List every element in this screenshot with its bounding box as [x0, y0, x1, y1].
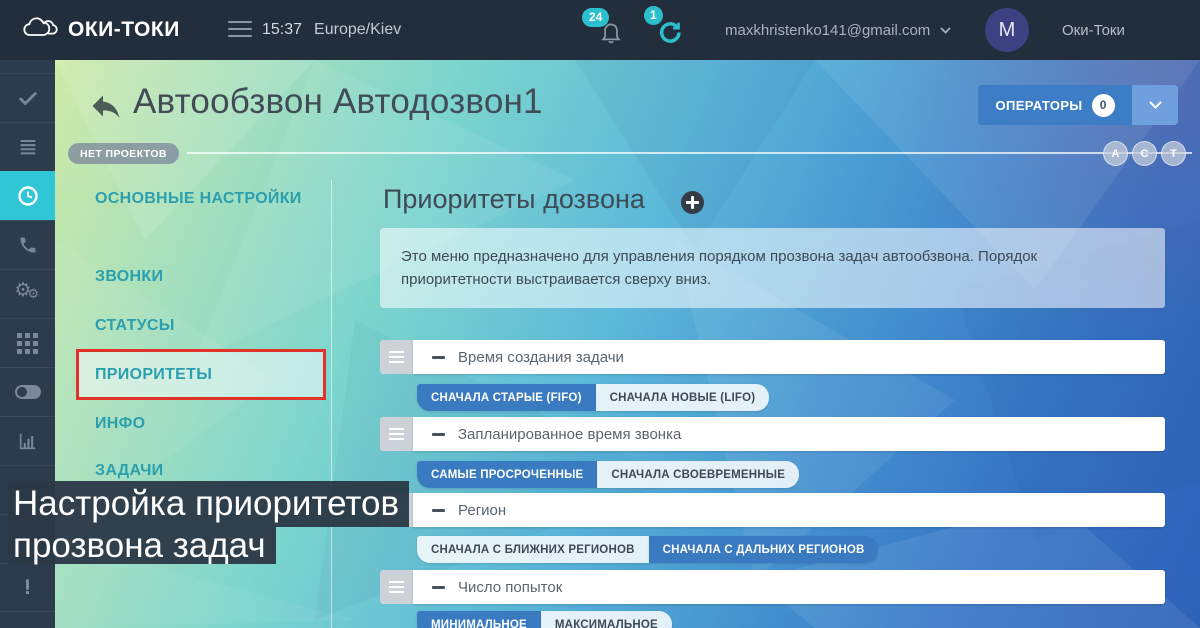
priority-bar[interactable]: Число попыток [413, 570, 1165, 604]
route-badge-a[interactable]: A [1103, 141, 1128, 166]
grip-lines-icon [389, 351, 404, 363]
app-logo[interactable]: ОКИ-ТОКИ [22, 0, 180, 60]
sidebar-item-switches[interactable] [0, 367, 55, 416]
annotation-highlight-priorities[interactable]: ПРИОРИТЕТЫ [76, 349, 326, 400]
history-button[interactable]: 1 [656, 19, 682, 45]
option-button[interactable]: СНАЧАЛА СТАРЫЕ (FIFO) [417, 384, 596, 411]
priority-row: Число попыток [380, 570, 1165, 604]
bar-chart-icon [17, 430, 39, 452]
chevron-down-icon [1149, 101, 1162, 109]
list-icon [17, 136, 39, 158]
priority-label: Время создания задачи [458, 349, 624, 366]
submenu-item-statuses[interactable]: СТАТУСЫ [95, 315, 325, 336]
operators-button[interactable]: ОПЕРАТОРЫ 0 [978, 85, 1132, 125]
sidebar-item-autodialer[interactable] [0, 171, 55, 220]
priority-bar[interactable]: Запланированное время звонка [413, 417, 1165, 451]
sidebar-item-settings[interactable] [0, 269, 55, 318]
caption-line-2: прозвона задач [8, 527, 276, 564]
grip-lines-icon [389, 428, 404, 440]
exclamation-icon [24, 576, 31, 600]
history-count-badge: 1 [644, 6, 663, 25]
chevron-down-icon [940, 27, 951, 34]
priority-label: Запланированное время звонка [458, 426, 681, 443]
priority-options: СНАЧАЛА С БЛИЖНИХ РЕГИОНОВ СНАЧАЛА С ДАЛ… [417, 536, 878, 563]
project-badge[interactable]: НЕТ ПРОЕКТОВ [68, 143, 179, 164]
submenu-item-main-settings[interactable]: ОСНОВНЫЕ НАСТРОЙКИ [95, 188, 325, 209]
history-refresh-icon [656, 19, 682, 45]
option-button[interactable]: МИНИМАЛЬНОЕ [417, 611, 541, 628]
operators-label: ОПЕРАТОРЫ [995, 98, 1082, 113]
submenu-item-priorities[interactable]: ПРИОРИТЕТЫ [95, 364, 323, 385]
grip-lines-icon [389, 581, 404, 593]
operators-dropdown-button[interactable] [1132, 85, 1178, 125]
notifications-count-badge: 24 [582, 8, 609, 27]
section-heading: Приоритеты дозвона [383, 184, 645, 215]
drag-handle[interactable] [380, 417, 413, 451]
user-menu[interactable]: maxkhristenko141@gmail.com [725, 0, 951, 60]
phone-icon [18, 235, 38, 255]
option-button[interactable]: СНАЧАЛА СВОЕВРЕМЕННЫЕ [597, 461, 799, 488]
menu-divider [331, 180, 332, 628]
priority-label: Число попыток [458, 579, 562, 596]
drag-handle[interactable] [380, 340, 413, 374]
toggle-icon [15, 385, 41, 399]
submenu-item-calls[interactable]: ЗВОНКИ [95, 266, 325, 287]
sidebar-item-alerts[interactable] [0, 563, 55, 612]
route-badge-c[interactable]: C [1132, 141, 1157, 166]
priority-row: Запланированное время звонка [380, 417, 1165, 451]
operators-count-badge: 0 [1092, 94, 1115, 117]
clock-area: 15:37 Europe/Kiev [262, 0, 401, 60]
collapse-minus-icon[interactable] [432, 586, 445, 589]
menu-hamburger-icon[interactable] [228, 21, 252, 39]
back-arrow-icon [88, 88, 124, 124]
priority-options: МИНИМАЛЬНОЕ МАКСИМАЛЬНОЕ [417, 611, 672, 628]
sidebar-item-reports[interactable] [0, 416, 55, 465]
priority-row: Регион [380, 493, 1165, 527]
priority-bar[interactable]: Время создания задачи [413, 340, 1165, 374]
current-time: 15:37 [262, 21, 302, 39]
option-button[interactable]: СНАЧАЛА НОВЫЕ (LIFO) [596, 384, 770, 411]
top-bar: ОКИ-ТОКИ 15:37 Europe/Kiev 24 1 maxkhris… [0, 0, 1200, 60]
page-title: Автообзвон Автодозвон1 [133, 82, 543, 122]
logo-text: ОКИ-ТОКИ [68, 18, 180, 42]
sidebar-item-apps[interactable] [0, 318, 55, 367]
sidebar-item-queues[interactable] [0, 122, 55, 171]
drag-handle[interactable] [380, 570, 413, 604]
submenu-item-info[interactable]: ИНФО [95, 413, 325, 434]
user-email: maxkhristenko141@gmail.com [725, 22, 930, 39]
priority-row: Время создания задачи [380, 340, 1165, 374]
option-button[interactable]: СНАЧАЛА С БЛИЖНИХ РЕГИОНОВ [417, 536, 649, 563]
back-button[interactable] [88, 88, 124, 124]
grid-icon [17, 333, 38, 354]
route-badge-t[interactable]: T [1161, 141, 1186, 166]
collapse-minus-icon[interactable] [432, 356, 445, 359]
sidebar-item-tasks[interactable] [0, 73, 55, 122]
submenu-item-tasks[interactable]: ЗАДАЧИ [95, 460, 325, 481]
add-priority-button[interactable] [681, 191, 704, 214]
sidebar-item-calls[interactable] [0, 220, 55, 269]
notifications-button[interactable]: 24 [598, 19, 624, 45]
account-name: Оки-Токи [1062, 0, 1125, 60]
priority-options: САМЫЕ ПРОСРОЧЕННЫЕ СНАЧАЛА СВОЕВРЕМЕННЫЕ [417, 461, 799, 488]
gears-icon [15, 282, 41, 306]
check-icon [17, 87, 39, 109]
description-box: Это меню предназначено для управления по… [380, 228, 1165, 308]
priority-bar[interactable]: Регион [413, 493, 1165, 527]
collapse-minus-icon[interactable] [432, 433, 445, 436]
collapse-minus-icon[interactable] [432, 509, 445, 512]
priority-options: СНАЧАЛА СТАРЫЕ (FIFO) СНАЧАЛА НОВЫЕ (LIF… [417, 384, 769, 411]
cloud-logo-icon [22, 15, 58, 46]
option-button[interactable]: САМЫЕ ПРОСРОЧЕННЫЕ [417, 461, 597, 488]
priority-label: Регион [458, 502, 506, 519]
header-divider-line [187, 152, 1192, 154]
option-button[interactable]: СНАЧАЛА С ДАЛЬНИХ РЕГИОНОВ [649, 536, 879, 563]
option-button[interactable]: МАКСИМАЛЬНОЕ [541, 611, 672, 628]
caption-line-1: Настройка приоритетов [8, 481, 409, 527]
clock-icon [16, 184, 40, 208]
timezone-label[interactable]: Europe/Kiev [314, 21, 401, 39]
avatar[interactable]: M [985, 8, 1029, 52]
